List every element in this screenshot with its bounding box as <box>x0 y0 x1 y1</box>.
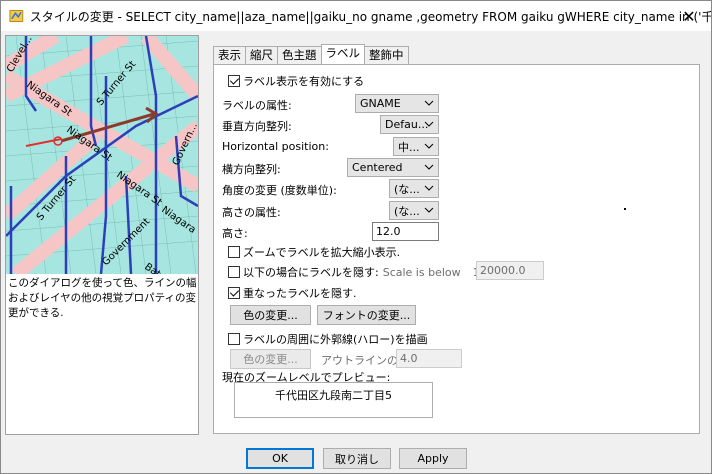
halo-text: ラベルの周囲に外郭線(ハロー)を描画 <box>243 333 428 346</box>
label-attr-value: GNAME <box>360 97 401 110</box>
halo-checkbox[interactable] <box>228 333 240 345</box>
label-preview-box: 千代田区九段南二丁目5 <box>234 382 433 418</box>
zoom-scale-row[interactable]: ズームでラベルを拡大縮小表示. <box>228 244 400 260</box>
horizontal-align-value: Centered <box>352 161 403 174</box>
label-attr-label: ラベルの属性: <box>222 99 292 112</box>
ok-button[interactable]: OK <box>246 448 314 469</box>
change-font-button[interactable]: フォントの変更... <box>317 305 416 325</box>
label-preview-text: 千代田区九段南二丁目5 <box>275 389 392 402</box>
scale-below-input[interactable]: 20000.0 <box>476 261 544 280</box>
tab-decoration[interactable]: 整飾中 <box>364 46 409 64</box>
hide-below-row[interactable]: 以下の場合にラベルを隠す: Scale is below 1: <box>228 264 483 280</box>
tab-scale[interactable]: 縮尺 <box>245 46 278 64</box>
height-input[interactable]: 12.0 <box>372 222 439 241</box>
close-icon: ✕ <box>682 6 696 26</box>
vertical-align-value: Defau... <box>385 118 429 131</box>
tab-color-theme[interactable]: 色主題 <box>277 46 322 64</box>
vertical-align-select[interactable]: Defau... <box>380 115 439 134</box>
dialog-footer: OK 取り消し Apply <box>1 441 711 473</box>
chevron-down-icon <box>424 207 434 213</box>
zoom-scale-checkbox[interactable] <box>228 246 240 258</box>
enable-label-row[interactable]: ラベル表示を有効にする <box>228 73 364 89</box>
height-label: 高さ: <box>222 227 248 240</box>
hide-overlap-row[interactable]: 重なったラベルを隠す. <box>228 285 357 301</box>
cancel-button[interactable]: 取り消し <box>323 448 391 469</box>
horizontal-position-label: Horizontal position: <box>222 140 329 153</box>
horizontal-position-select[interactable]: 中... <box>393 137 439 156</box>
hide-below-checkbox[interactable] <box>228 266 240 278</box>
enable-label-checkbox[interactable] <box>228 75 240 87</box>
halo-color-button[interactable]: 色の変更... <box>230 349 311 369</box>
halo-row[interactable]: ラベルの周囲に外郭線(ハロー)を描画 <box>228 331 428 347</box>
chevron-down-icon <box>424 164 434 170</box>
change-color-button[interactable]: 色の変更... <box>230 305 311 325</box>
apply-button[interactable]: Apply <box>399 448 467 469</box>
horizontal-position-value: 中... <box>398 140 420 154</box>
tab-bar: 表示 縮尺 色主題 ラベル 整飾中 <box>213 44 409 65</box>
preview-pane: Clevel... Niagara St S Turner St Niagara… <box>5 35 199 435</box>
height-attr-select[interactable]: (な... <box>389 201 439 220</box>
height-attr-value: (な... <box>394 204 420 218</box>
title-bar: スタイルの変更 - SELECT city_name||aza_name||ga… <box>1 1 711 31</box>
app-icon <box>9 10 24 22</box>
hide-overlap-checkbox[interactable] <box>228 287 240 299</box>
map-preview: Clevel... Niagara St S Turner St Niagara… <box>6 36 198 274</box>
angle-attr-label: 角度の変更 (度数単位): <box>222 184 337 197</box>
chevron-down-icon <box>424 100 434 106</box>
enable-label-text: ラベル表示を有効にする <box>243 75 365 88</box>
outline-width-input[interactable]: 4.0 <box>396 349 462 368</box>
scale-below-label: Scale is below <box>382 265 461 279</box>
style-dialog: スタイルの変更 - SELECT city_name||aza_name||ga… <box>0 0 712 474</box>
window-title: スタイルの変更 - SELECT city_name||aza_name||ga… <box>29 9 711 24</box>
zoom-scale-text: ズームでラベルを拡大縮小表示. <box>243 246 401 259</box>
horizontal-align-label: 横方向整列: <box>222 163 281 176</box>
dialog-description: このダイアログを使って色、ラインの幅およびレイヤの他の視覚プロパティの変更ができ… <box>8 277 197 319</box>
angle-attr-select[interactable]: (な... <box>389 179 439 198</box>
label-tab-panel: ラベル表示を有効にする ラベルの属性: GNAME 垂直方向整列: Defau.… <box>213 64 700 434</box>
tab-label[interactable]: ラベル <box>320 44 365 64</box>
label-attr-select[interactable]: GNAME <box>355 94 439 113</box>
vertical-align-label: 垂直方向整列: <box>222 120 292 133</box>
horizontal-align-select[interactable]: Centered <box>347 158 439 177</box>
chevron-down-icon <box>424 185 434 191</box>
close-button[interactable]: ✕ <box>667 1 711 31</box>
tab-display[interactable]: 表示 <box>213 46 246 64</box>
hide-overlap-text: 重なったラベルを隠す. <box>243 287 357 300</box>
hide-below-text: 以下の場合にラベルを隠す: <box>243 266 379 279</box>
chevron-down-icon <box>424 143 434 149</box>
height-attr-label: 高さの属性: <box>222 206 281 219</box>
angle-attr-value: (な... <box>394 182 420 196</box>
chevron-down-icon <box>424 121 434 127</box>
stray-dot <box>624 208 626 210</box>
